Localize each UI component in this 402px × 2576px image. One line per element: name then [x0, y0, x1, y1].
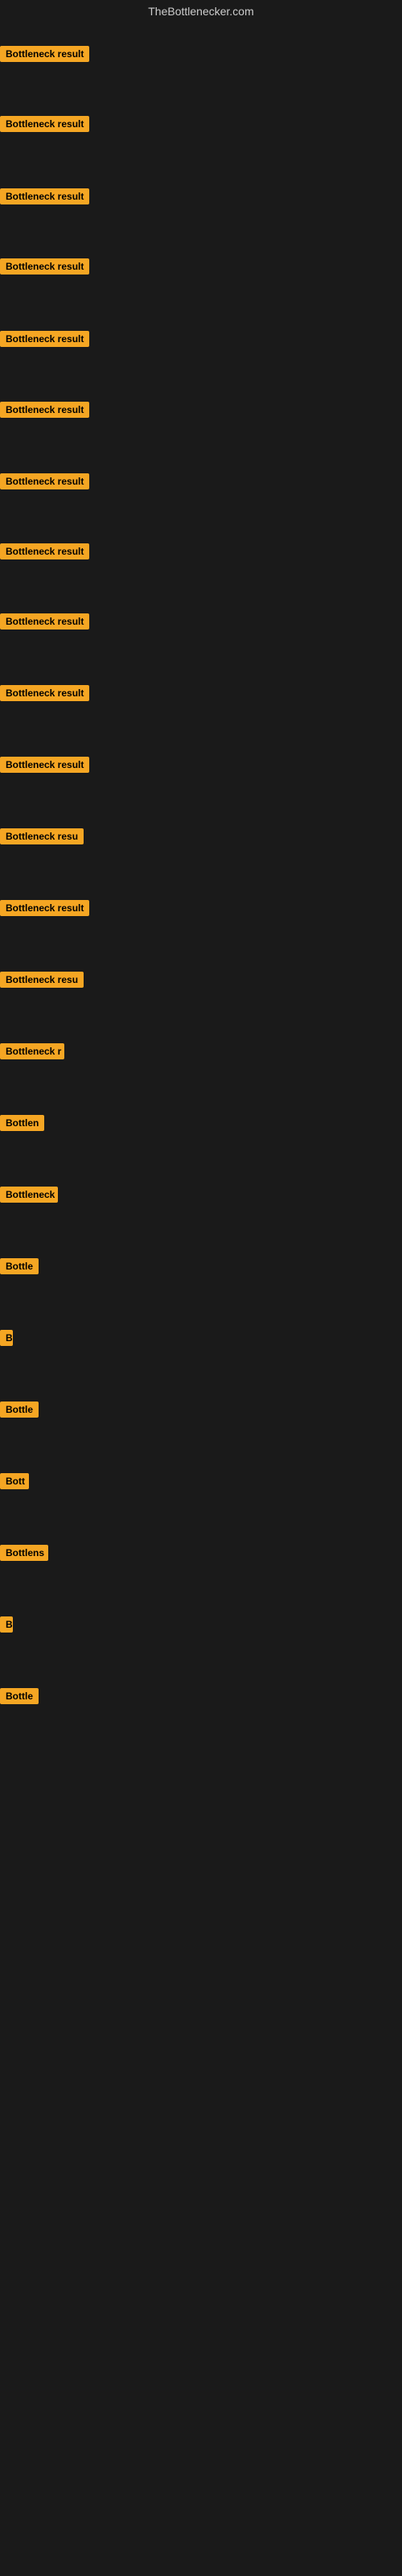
- bottleneck-badge[interactable]: B: [0, 1330, 13, 1346]
- bottleneck-badge-container: B: [0, 1616, 13, 1637]
- site-title: TheBottlenecker.com: [0, 0, 402, 21]
- bottleneck-badge-container: Bottleneck result: [0, 473, 89, 493]
- bottleneck-badge[interactable]: Bottleneck result: [0, 258, 89, 275]
- bottleneck-badge-container: Bottleneck result: [0, 543, 89, 564]
- bottleneck-badge[interactable]: Bottleneck r: [0, 1043, 64, 1059]
- bottleneck-badge[interactable]: Bottleneck result: [0, 757, 89, 773]
- bottleneck-badge-container: Bottleneck result: [0, 900, 89, 920]
- bottleneck-badge[interactable]: Bottleneck result: [0, 900, 89, 916]
- bottleneck-badge-container: Bottleneck resu: [0, 828, 84, 848]
- bottleneck-badge-container: Bott: [0, 1473, 29, 1493]
- bottleneck-badge[interactable]: Bottleneck result: [0, 402, 89, 418]
- bottleneck-badge-container: Bottlen: [0, 1115, 44, 1135]
- bottleneck-badge[interactable]: Bottleneck result: [0, 543, 89, 559]
- bottleneck-badge[interactable]: Bott: [0, 1473, 29, 1489]
- bottleneck-badge-container: Bottleneck result: [0, 188, 89, 208]
- bottleneck-badge[interactable]: Bottleneck result: [0, 685, 89, 701]
- bottleneck-badge[interactable]: Bottleneck resu: [0, 828, 84, 844]
- bottleneck-badge[interactable]: Bottlens: [0, 1545, 48, 1561]
- bottleneck-badge-container: Bottle: [0, 1258, 39, 1278]
- bottleneck-badge[interactable]: Bottleneck result: [0, 331, 89, 347]
- bottleneck-badge[interactable]: Bottle: [0, 1258, 39, 1274]
- bottleneck-badge-container: Bottleneck: [0, 1187, 58, 1207]
- bottleneck-badge-container: Bottleneck result: [0, 331, 89, 351]
- bottleneck-badge-container: Bottleneck result: [0, 685, 89, 705]
- bottleneck-badge-container: Bottleneck result: [0, 46, 89, 66]
- bottleneck-badge[interactable]: Bottlen: [0, 1115, 44, 1131]
- bottleneck-badge-container: Bottleneck result: [0, 116, 89, 136]
- bottleneck-badge[interactable]: Bottleneck result: [0, 613, 89, 630]
- bottleneck-badge[interactable]: Bottleneck result: [0, 473, 89, 489]
- bottleneck-badge-container: Bottleneck result: [0, 757, 89, 777]
- bottleneck-badge[interactable]: Bottleneck: [0, 1187, 58, 1203]
- bottleneck-badge[interactable]: Bottleneck result: [0, 188, 89, 204]
- bottleneck-badge-container: Bottleneck result: [0, 613, 89, 634]
- bottleneck-badge-container: Bottlens: [0, 1545, 48, 1565]
- bottleneck-badge[interactable]: Bottle: [0, 1688, 39, 1704]
- bottleneck-badge-container: B: [0, 1330, 13, 1350]
- bottleneck-badge[interactable]: B: [0, 1616, 13, 1633]
- bottleneck-badge[interactable]: Bottleneck result: [0, 116, 89, 132]
- bottleneck-badge[interactable]: Bottleneck result: [0, 46, 89, 62]
- bottleneck-badge-container: Bottleneck result: [0, 258, 89, 279]
- bottleneck-badge-container: Bottleneck r: [0, 1043, 64, 1063]
- bottleneck-badge-container: Bottleneck result: [0, 402, 89, 422]
- bottleneck-badge-container: Bottle: [0, 1402, 39, 1422]
- bottleneck-badge-container: Bottleneck resu: [0, 972, 84, 992]
- bottleneck-badge[interactable]: Bottle: [0, 1402, 39, 1418]
- bottleneck-badge[interactable]: Bottleneck resu: [0, 972, 84, 988]
- bottleneck-badge-container: Bottle: [0, 1688, 39, 1708]
